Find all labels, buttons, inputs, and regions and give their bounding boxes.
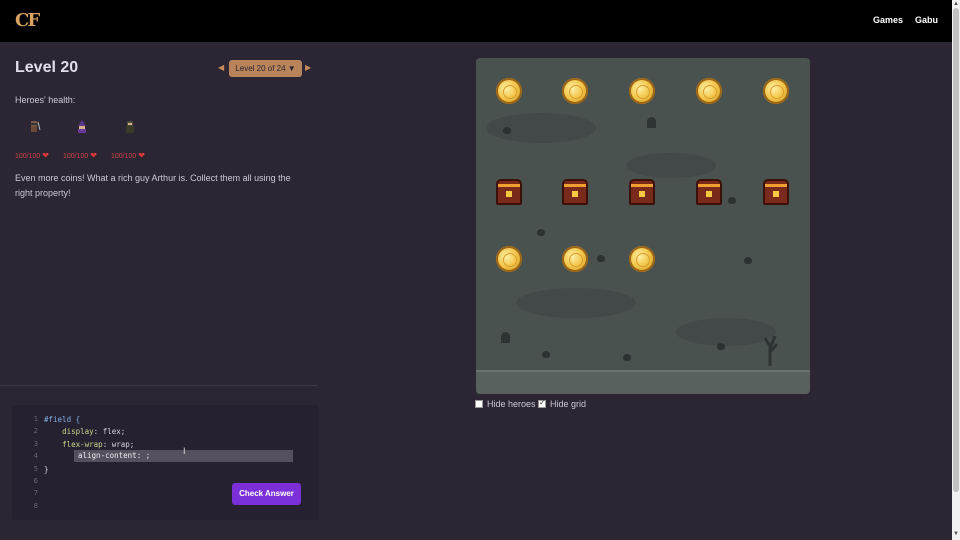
- level-title: Level 20: [15, 59, 79, 76]
- rock: [744, 257, 752, 264]
- coin-icon: [696, 78, 722, 104]
- code-lines: #field { display: flex; flex-wrap: wrap;…: [44, 415, 134, 477]
- coin-icon: [496, 78, 522, 104]
- coin-icon: [496, 246, 522, 272]
- rock: [503, 127, 511, 134]
- game-field: [476, 58, 810, 394]
- scroll-thumb[interactable]: [953, 8, 959, 492]
- rock: [728, 197, 736, 204]
- code-selector: #field {: [44, 415, 81, 424]
- hide-grid-option[interactable]: Hide grid: [538, 398, 586, 409]
- rock: [623, 354, 631, 361]
- hero-warrior: 100/100 ❤: [15, 120, 55, 160]
- line-number: 7: [33, 489, 38, 498]
- code-close-brace: }: [44, 464, 49, 474]
- hide-heroes-checkbox[interactable]: [475, 400, 483, 408]
- heart-icon: ❤: [138, 151, 145, 160]
- nav-games-link[interactable]: Games: [873, 15, 903, 25]
- level-select-dropdown[interactable]: Level 20 of 24 ▼: [229, 60, 302, 77]
- chest-icon: [696, 179, 722, 205]
- text-cursor-icon: I: [183, 446, 186, 456]
- code-line-display: display: flex;: [62, 427, 126, 437]
- chest-icon: [562, 179, 588, 205]
- gravestone: [647, 117, 656, 128]
- ground-patch: [516, 288, 636, 318]
- hide-grid-checkbox[interactable]: [538, 398, 546, 408]
- heart-icon: ❤: [42, 151, 49, 160]
- coin-icon: [629, 78, 655, 104]
- scroll-up-icon[interactable]: ▲: [953, 1, 959, 7]
- prev-level-icon[interactable]: ◀: [218, 63, 224, 72]
- hero-hp-value: 100/100: [111, 153, 137, 160]
- line-number: 4: [33, 452, 38, 461]
- ground-patch: [676, 318, 776, 346]
- rock: [542, 351, 550, 358]
- wizard-icon: [78, 120, 86, 133]
- coin-icon: [763, 78, 789, 104]
- rock: [597, 255, 605, 262]
- coin-icon: [629, 246, 655, 272]
- line-number: 1: [33, 415, 38, 423]
- coin-icon: [562, 78, 588, 104]
- answer-input[interactable]: align-content: ;: [78, 451, 150, 460]
- scroll-down-icon[interactable]: ▼: [953, 531, 959, 537]
- line-number: 3: [33, 439, 38, 448]
- gravestone: [501, 332, 510, 343]
- hero-hp-value: 100/100: [63, 153, 89, 160]
- rogue-icon: [126, 121, 134, 133]
- line-number: 6: [33, 476, 38, 485]
- level-instructions: Even more coins! What a rich guy Arthur …: [15, 173, 291, 198]
- hide-heroes-label[interactable]: Hide heroes: [487, 399, 536, 409]
- coin-icon: [562, 246, 588, 272]
- hide-heroes-option[interactable]: Hide heroes: [475, 399, 536, 409]
- next-level-icon[interactable]: ▶: [305, 63, 311, 72]
- logo[interactable]: CF: [15, 10, 40, 31]
- chest-icon: [496, 179, 522, 205]
- check-answer-button[interactable]: Check Answer: [232, 483, 301, 505]
- nav-user-link[interactable]: Gabu: [915, 15, 938, 25]
- rock: [537, 229, 545, 236]
- line-numbers: 1 2 3 4 5 6 7 8: [12, 415, 38, 514]
- chest-icon: [763, 179, 789, 205]
- top-nav: CF Games Gabu: [0, 0, 952, 42]
- line-number: 8: [33, 501, 38, 510]
- page-scrollbar[interactable]: ▲ ▼: [952, 0, 960, 540]
- line-number: 2: [33, 427, 38, 436]
- warrior-icon: [30, 121, 41, 132]
- hero-hp-value: 100/100: [15, 153, 41, 160]
- rock: [717, 343, 725, 350]
- heart-icon: ❤: [90, 151, 97, 160]
- heroes-health-label: Heroes' health:: [15, 95, 76, 105]
- hide-grid-label[interactable]: Hide grid: [550, 399, 586, 409]
- stone-wall: [476, 370, 810, 394]
- hero-wizard: 100/100 ❤: [63, 120, 103, 160]
- ground-patch: [626, 153, 716, 178]
- hero-rogue: 100/100 ❤: [111, 120, 151, 160]
- dead-tree-icon: [763, 335, 779, 366]
- divider: [0, 385, 318, 386]
- line-number: 5: [33, 464, 38, 473]
- chest-icon: [629, 179, 655, 205]
